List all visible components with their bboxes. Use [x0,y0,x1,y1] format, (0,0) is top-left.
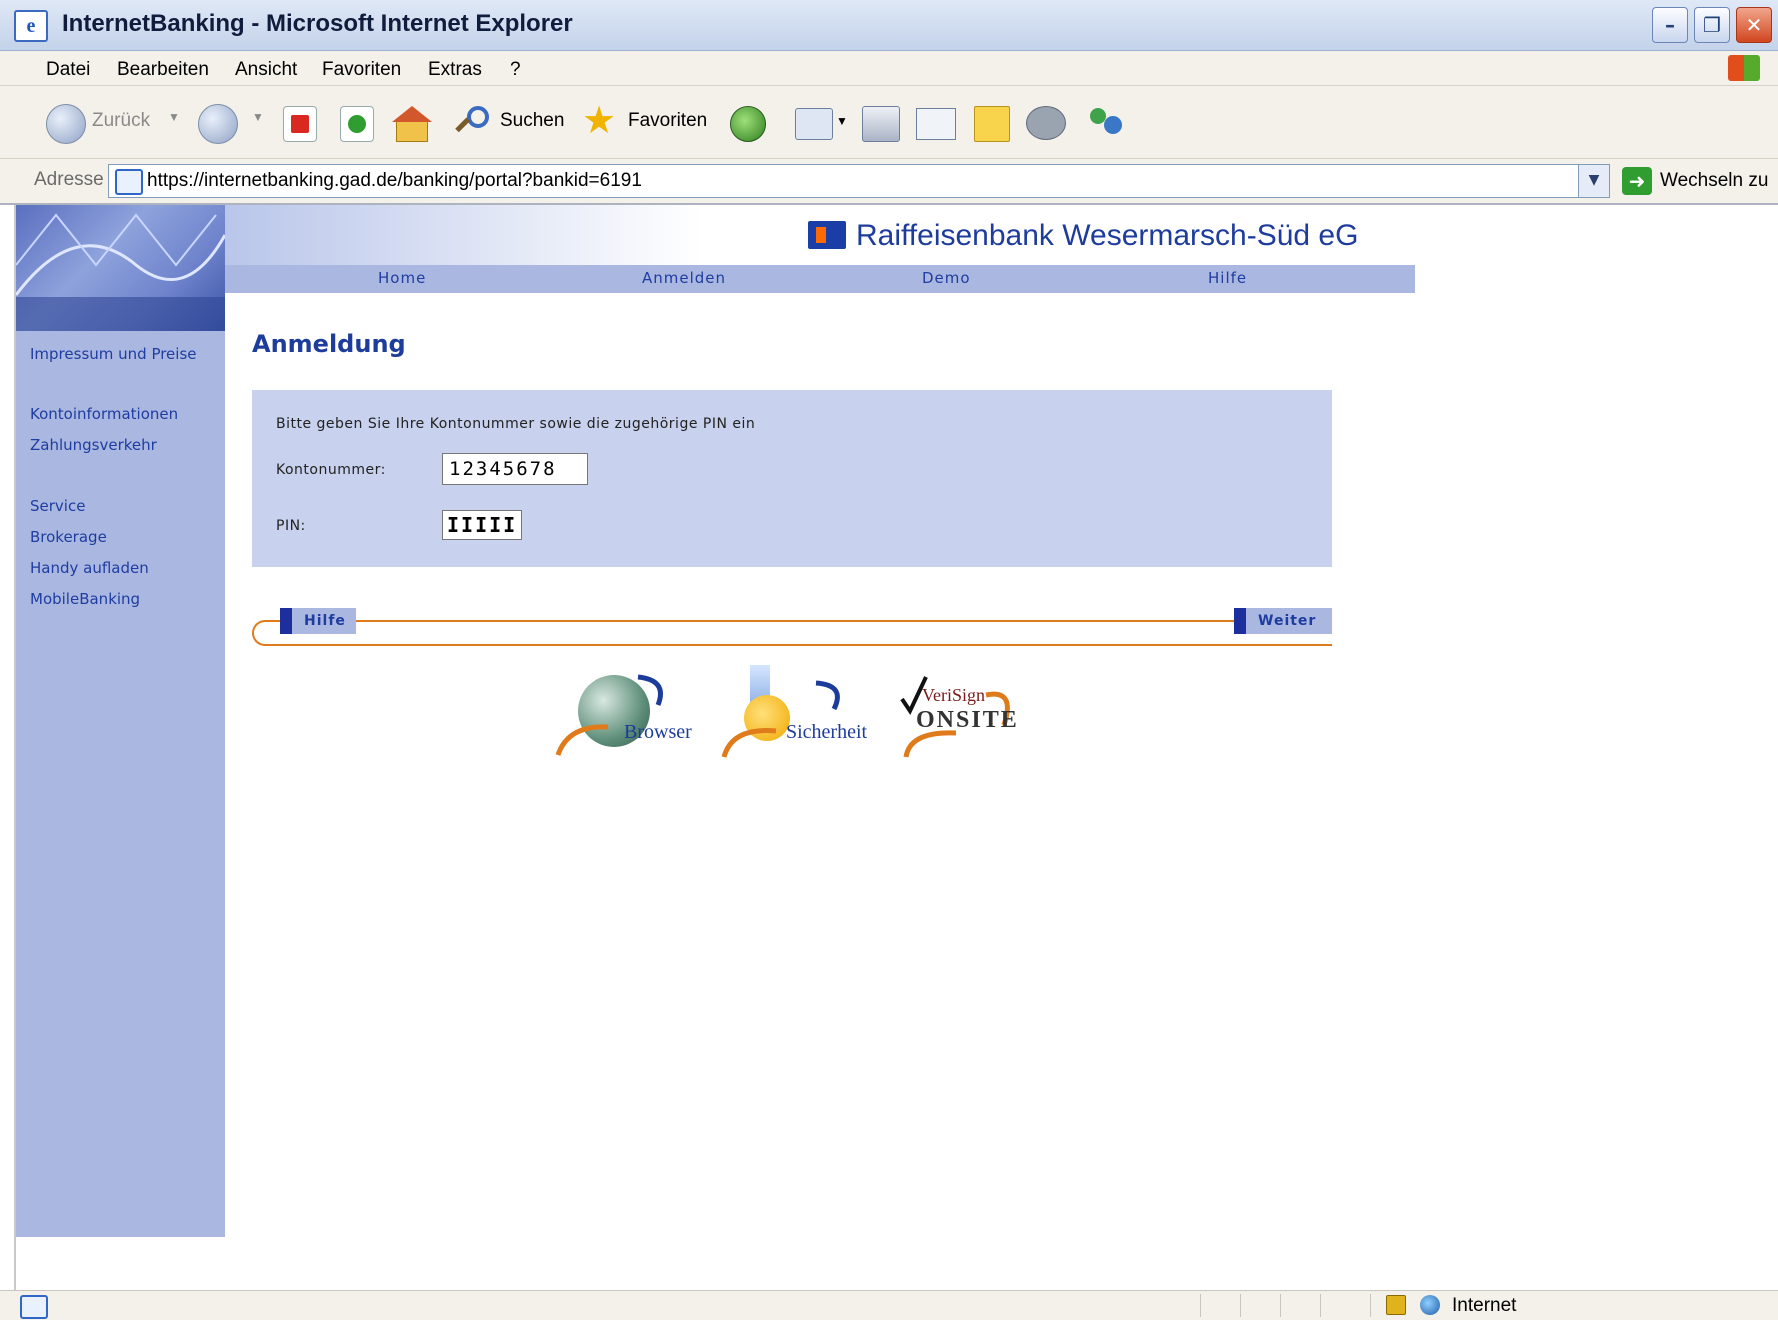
maximize-button[interactable]: ❐ [1694,7,1730,43]
internet-zone-icon [1420,1295,1440,1315]
window-titlebar: e InternetBanking - Microsoft Internet E… [0,0,1778,51]
pin-label: PIN: [276,518,306,534]
window-title: InternetBanking - Microsoft Internet Exp… [62,10,573,37]
status-bar: Internet [0,1290,1778,1320]
sidebar-item-zahlungsverkehr[interactable]: Zahlungsverkehr [30,436,157,454]
help-button[interactable]: Hilfe [280,608,356,634]
next-button[interactable]: Weiter [1234,608,1332,634]
status-separator [1320,1294,1321,1317]
security-logo[interactable]: Sicherheit [716,665,886,775]
menu-help[interactable]: ? [510,59,521,81]
sidebar-item-mobilebanking[interactable]: MobileBanking [30,590,140,608]
login-form: Bitte geben Sie Ihre Kontonummer sowie d… [252,390,1332,567]
mail-icon[interactable] [795,108,833,140]
sidebar-item-handy-aufladen[interactable]: Handy aufladen [30,559,149,577]
notes-icon[interactable] [974,106,1010,142]
next-button-label: Weiter [1258,613,1317,629]
account-number-input[interactable]: 12345678 [442,453,588,485]
back-dropdown-icon[interactable]: ▼ [168,110,180,124]
address-bar: Adresse https://internetbanking.gad.de/b… [0,159,1778,205]
status-separator [1240,1294,1241,1317]
trust-logos: Browser Sicherheit VeriSign ONSITE [548,665,1048,785]
back-button-label[interactable]: Zurück [92,110,150,132]
sidebar-item-brokerage[interactable]: Brokerage [30,528,107,546]
history-icon[interactable] [730,106,766,142]
status-separator [1280,1294,1281,1317]
print-icon[interactable] [862,106,900,142]
search-button-label[interactable]: Suchen [500,110,564,132]
edit-icon[interactable] [916,108,956,140]
status-separator [1370,1294,1371,1317]
stop-icon[interactable] [283,106,317,142]
bank-logo-icon [808,221,846,249]
toolbar: Zurück ▼ ▼ Suchen ★ Favoriten ▼ [0,86,1778,159]
top-navigation: Home Anmelden Demo Hilfe [225,265,1415,293]
forward-dropdown-icon[interactable]: ▼ [252,110,264,124]
close-button[interactable]: ✕ [1736,7,1772,43]
favorites-star-icon[interactable]: ★ [582,100,616,140]
nav-anmelden[interactable]: Anmelden [642,269,726,287]
ie-app-icon: e [14,10,48,42]
discuss-icon[interactable] [1026,106,1066,140]
security-zone-label: Internet [1452,1295,1517,1316]
menu-bar: Datei Bearbeiten Ansicht Favoriten Extra… [0,51,1778,86]
bank-name: Raiffeisenbank Wesermarsch-Süd eG [856,219,1359,252]
menu-extras[interactable]: Extras [428,59,482,81]
address-dropdown-icon[interactable]: ▼ [1578,165,1609,197]
status-separator [1200,1294,1201,1317]
mail-dropdown-icon[interactable]: ▼ [836,114,848,128]
page-icon [115,169,143,195]
account-label: Kontonummer: [276,462,386,478]
address-url[interactable]: https://internetbanking.gad.de/banking/p… [147,170,642,192]
page-title: Anmeldung [252,330,406,358]
nav-home[interactable]: Home [378,269,426,287]
page-content: Impressum und Preise Kontoinformationen … [14,205,1778,1290]
lock-icon[interactable] [1386,1295,1406,1315]
page-status-icon [20,1295,48,1319]
address-input[interactable]: https://internetbanking.gad.de/banking/p… [108,164,1610,198]
sidebar-item-impressum[interactable]: Impressum und Preise [30,345,197,363]
address-label: Adresse [34,169,104,190]
windows-logo-icon [1728,55,1760,81]
security-logo-text: Sicherheit [786,721,868,743]
refresh-icon[interactable] [340,106,374,142]
messenger-icon[interactable] [1086,104,1126,140]
help-button-label: Hilfe [304,613,346,629]
sidebar-item-kontoinformationen[interactable]: Kontoinformationen [30,405,178,423]
back-arrow-icon[interactable] [46,104,86,144]
login-instruction: Bitte geben Sie Ihre Kontonummer sowie d… [276,416,756,432]
pin-input[interactable]: IIIII [442,510,522,540]
menu-datei[interactable]: Datei [46,59,90,81]
nav-hilfe[interactable]: Hilfe [1208,269,1247,287]
home-icon[interactable] [392,106,432,142]
menu-favoriten[interactable]: Favoriten [322,59,401,81]
action-bar: Hilfe Weiter [252,600,1332,648]
menu-ansicht[interactable]: Ansicht [235,59,297,81]
go-button-label[interactable]: Wechseln zu [1660,170,1768,192]
favorites-button-label[interactable]: Favoriten [628,110,707,132]
search-icon[interactable] [455,104,493,142]
minimize-button[interactable]: – [1652,7,1688,43]
verisign-text: VeriSign [922,685,985,705]
go-arrow-icon[interactable]: ➜ [1622,167,1652,195]
nav-demo[interactable]: Demo [922,269,971,287]
sidebar-item-service[interactable]: Service [30,497,85,515]
action-bar-line [252,620,1332,646]
sidebar: Impressum und Preise Kontoinformationen … [16,205,225,1237]
onsite-text: ONSITE [916,707,1019,733]
browser-logo-text: Browser [624,721,692,743]
verisign-logo[interactable]: VeriSign ONSITE [896,665,1026,775]
forward-arrow-icon[interactable] [198,104,238,144]
banner-bridge-image [16,205,225,331]
browser-logo[interactable]: Browser [548,665,708,775]
menu-bearbeiten[interactable]: Bearbeiten [117,59,209,81]
